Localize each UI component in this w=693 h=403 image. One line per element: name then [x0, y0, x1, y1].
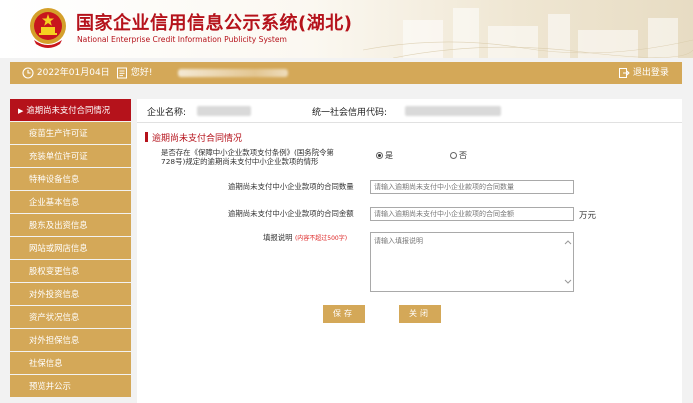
- contract-amount-input[interactable]: [370, 207, 574, 221]
- sidebar-item-label: 疫苗生产许可证: [29, 128, 88, 138]
- contract-count-label: 逾期尚未支付中小企业款项的合同数量: [228, 182, 354, 191]
- sidebar-nav: ▶ 逾期尚未支付合同情况 疫苗生产许可证 充装单位许可证 特种设备信息 企业基本信息 股东及…: [10, 99, 131, 398]
- note-textarea[interactable]: [370, 232, 574, 292]
- company-info-row: 企业名称: 统一社会信用代码:: [137, 99, 682, 123]
- user-card-icon: [117, 67, 127, 78]
- question-line-1: 是否存在《保障中小企业款项支付条例》(国务院令第: [161, 148, 334, 157]
- logout-link[interactable]: 退出登录: [618, 62, 669, 84]
- sidebar-item[interactable]: 对外投资信息: [10, 283, 131, 305]
- sidebar-item-label: 社保信息: [29, 358, 63, 368]
- sidebar-item[interactable]: ▶ 逾期尚未支付合同情况: [10, 99, 131, 121]
- sidebar-item[interactable]: 对外担保信息: [10, 329, 131, 351]
- company-name-label: 企业名称:: [147, 108, 187, 118]
- sidebar-item-label: 对外担保信息: [29, 335, 80, 345]
- textarea-scrollbar[interactable]: [563, 237, 573, 287]
- scroll-down-icon[interactable]: [564, 279, 572, 284]
- contract-amount-label: 逾期尚未支付中小企业款项的合同金额: [228, 209, 354, 218]
- sidebar-item-label: 企业基本信息: [29, 197, 80, 207]
- sidebar-item-label: 逾期尚未支付合同情况: [26, 105, 111, 115]
- sidebar-item[interactable]: 资产状况信息: [10, 306, 131, 328]
- sidebar-item-label: 充装单位许可证: [29, 151, 88, 161]
- note-limit-hint: (内容不超过500字): [294, 235, 348, 242]
- logout-icon: [619, 67, 630, 78]
- contract-count-input[interactable]: [370, 180, 574, 194]
- scroll-up-icon[interactable]: [564, 240, 572, 245]
- national-emblem-icon: [30, 8, 66, 48]
- close-button[interactable]: 关闭: [399, 305, 441, 323]
- question-label: 是否存在《保障中小企业款项支付条例》(国务院令第 728号)规定的逾期尚未支付中…: [161, 148, 334, 166]
- sidebar-item[interactable]: 预览并公示: [10, 375, 131, 397]
- note-label: 填报说明 (内容不超过500字): [263, 233, 347, 243]
- sidebar-item-label: 股东及出资信息: [29, 220, 88, 230]
- user-greeting: 您好!: [116, 62, 152, 84]
- greeting-text: 您好!: [130, 68, 153, 78]
- site-subtitle: National Enterprise Credit Information P…: [77, 35, 287, 44]
- site-title: 国家企业信用信息公示系统(湖北): [76, 13, 353, 34]
- sidebar-item[interactable]: 充装单位许可证: [10, 145, 131, 167]
- sidebar-item[interactable]: 股权变更信息: [10, 260, 131, 282]
- clock-icon: [22, 66, 34, 79]
- sidebar-item-label: 网站或网店信息: [29, 243, 88, 253]
- sidebar-item[interactable]: 疫苗生产许可证: [10, 122, 131, 144]
- sidebar-item-label: 资产状况信息: [29, 312, 80, 322]
- redacted-username: [178, 69, 288, 77]
- building-illustration-icon: [363, 8, 693, 58]
- section-title: 逾期尚未支付合同情况: [145, 131, 242, 144]
- sidebar-item[interactable]: 股东及出资信息: [10, 214, 131, 236]
- site-header: 国家企业信用信息公示系统(湖北) National Enterprise Cre…: [0, 0, 693, 58]
- radio-yes[interactable]: 是: [376, 150, 393, 161]
- top-bar: 2022年01月04日 您好! 退出登录: [10, 62, 682, 84]
- logout-label: 退出登录: [632, 68, 669, 78]
- date-display: 2022年01月04日: [22, 62, 110, 84]
- credit-code-label: 统一社会信用代码:: [312, 108, 388, 118]
- radio-yes-dot[interactable]: [376, 152, 383, 159]
- radio-no[interactable]: 否: [450, 150, 467, 161]
- sidebar-item-label: 股权变更信息: [29, 266, 80, 276]
- sidebar-item-label: 预览并公示: [29, 381, 71, 391]
- sidebar-item-label: 对外投资信息: [29, 289, 80, 299]
- sidebar-item[interactable]: 网站或网店信息: [10, 237, 131, 259]
- note-label-text: 填报说明: [263, 233, 293, 242]
- radio-no-dot[interactable]: [450, 152, 457, 159]
- date-text: 2022年01月04日: [36, 68, 110, 78]
- active-arrow-icon: ▶: [18, 107, 24, 115]
- redacted-credit-code: [405, 106, 501, 116]
- sidebar-item[interactable]: 企业基本信息: [10, 191, 131, 213]
- section-marker: [145, 132, 148, 142]
- section-title-text: 逾期尚未支付合同情况: [152, 134, 243, 144]
- sidebar-item[interactable]: 社保信息: [10, 352, 131, 374]
- radio-no-label: 否: [459, 151, 467, 160]
- sidebar-item-label: 特种设备信息: [29, 174, 80, 184]
- question-line-2: 728号)规定的逾期尚未支付中小企业款项的情形: [161, 157, 319, 166]
- amount-unit: 万元: [579, 211, 597, 221]
- save-button[interactable]: 保存: [323, 305, 365, 323]
- sidebar-item[interactable]: 特种设备信息: [10, 168, 131, 190]
- radio-yes-label: 是: [385, 151, 393, 160]
- main-panel: 企业名称: 统一社会信用代码: 逾期尚未支付合同情况 是否存在《保障中小企业款项…: [137, 99, 682, 403]
- redacted-company-name: [197, 106, 251, 116]
